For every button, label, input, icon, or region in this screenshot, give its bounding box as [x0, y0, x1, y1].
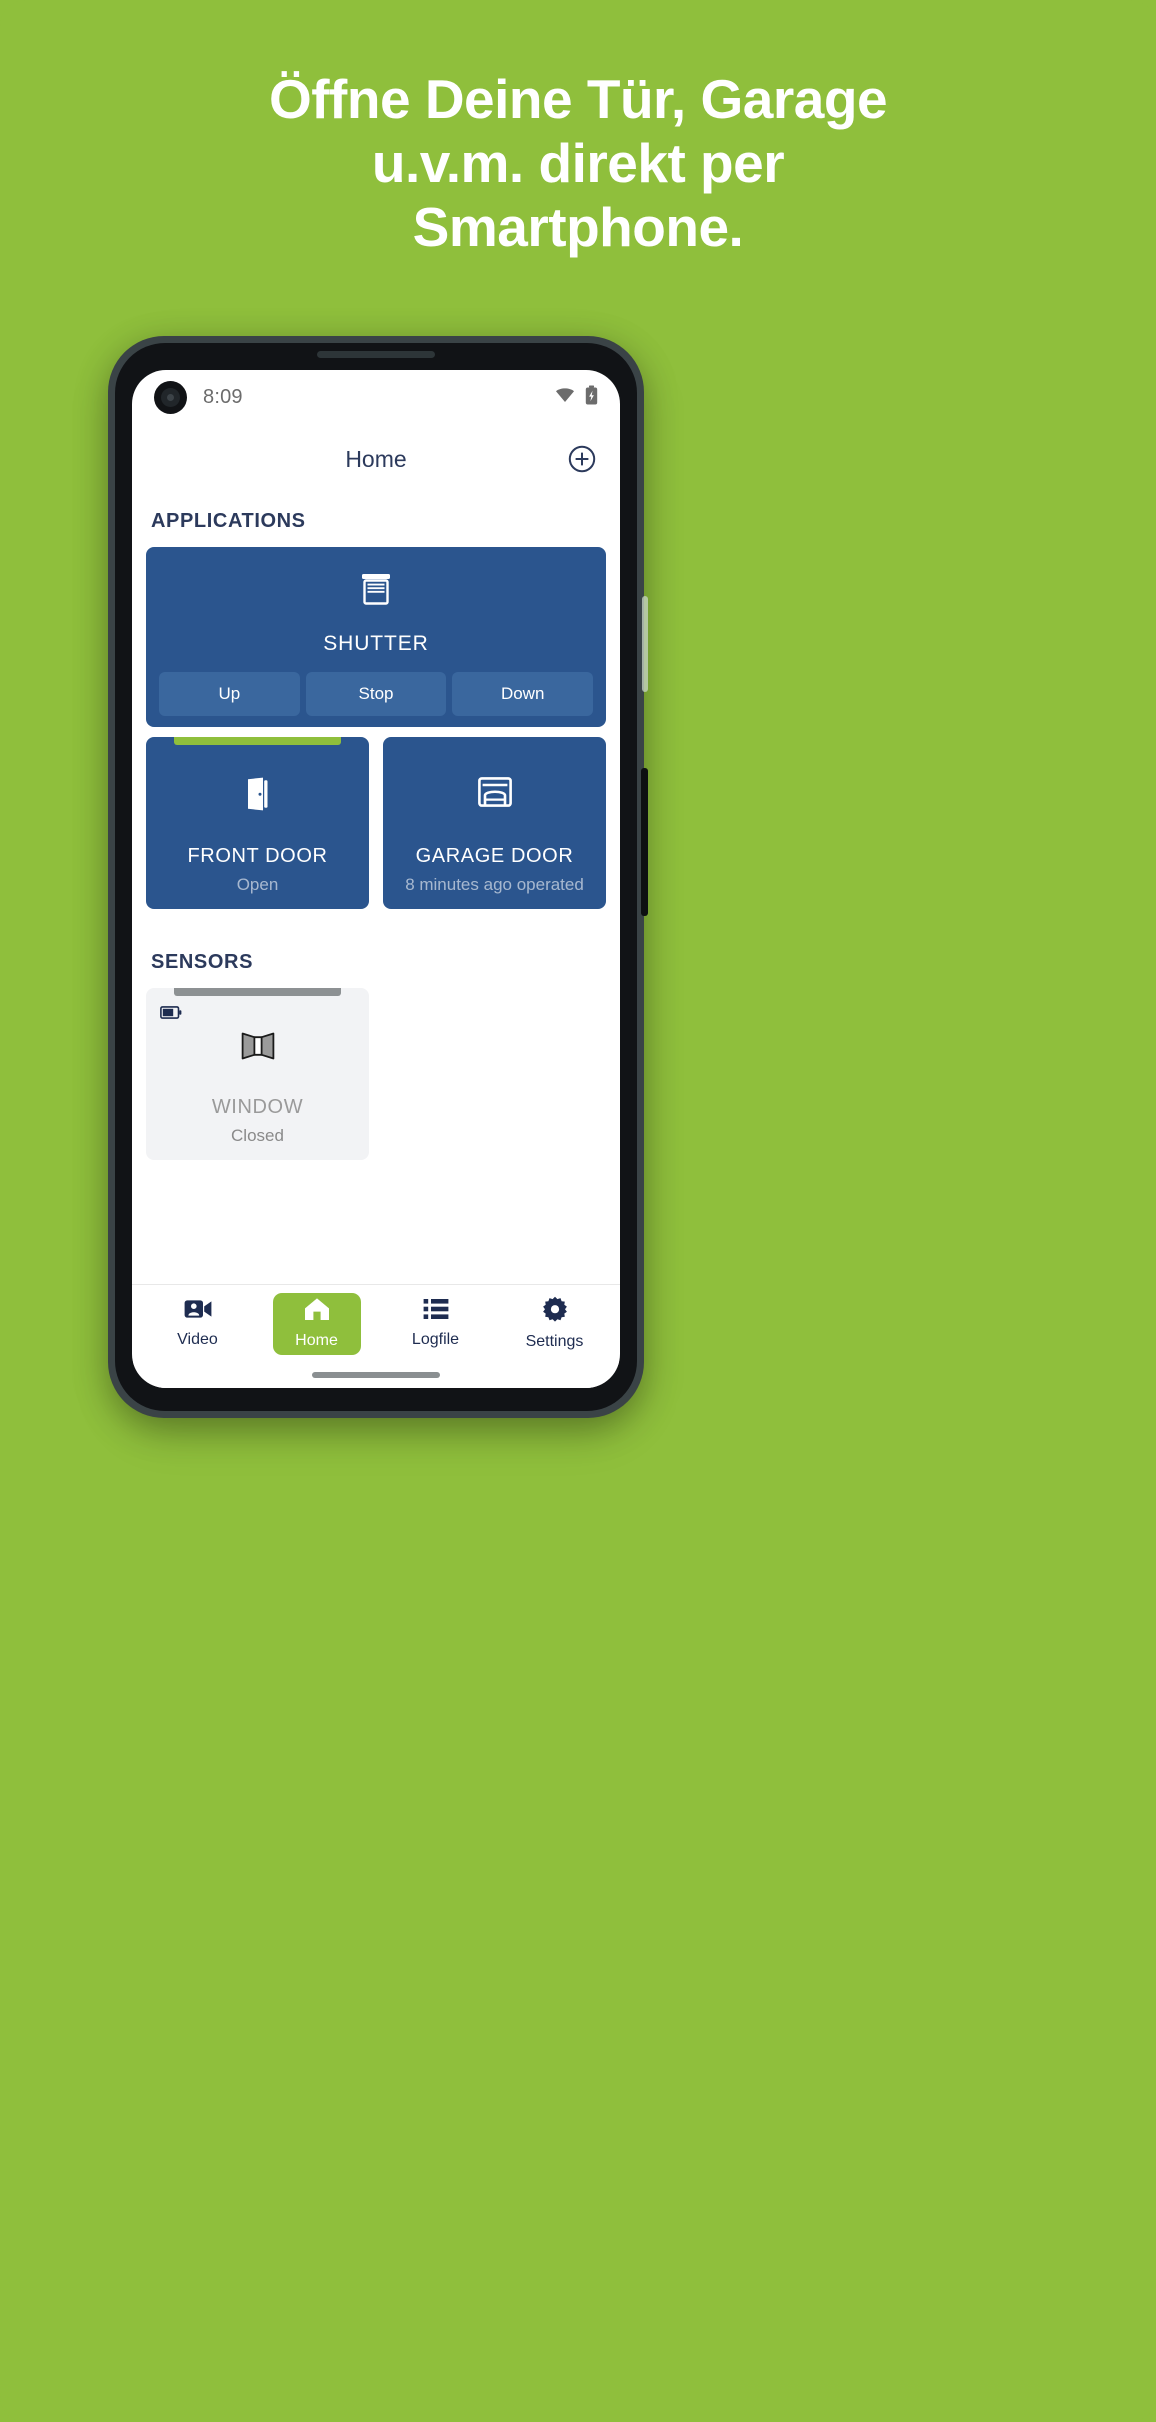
plus-circle-icon[interactable] — [566, 443, 598, 475]
front-door-name: FRONT DOOR — [187, 845, 328, 867]
phone-screen: 8:09 Home APPLICATIONS SHUTTER Up Stop D… — [132, 370, 620, 1388]
bottom-navigation: Video Home Logfile Settings — [132, 1284, 620, 1362]
front-door-status-bar — [174, 737, 341, 745]
volume-button[interactable] — [642, 596, 648, 692]
window-icon — [241, 1032, 275, 1065]
shutter-label: SHUTTER — [323, 632, 429, 655]
nav-item-settings[interactable]: Settings — [511, 1293, 599, 1355]
section-title-applications: APPLICATIONS — [151, 510, 306, 532]
gear-icon — [542, 1296, 568, 1327]
earpiece-speaker-icon — [317, 351, 435, 358]
nav-label-video: Video — [177, 1331, 218, 1348]
screen-content: APPLICATIONS SHUTTER Up Stop Down FRONT … — [132, 494, 620, 1284]
shutter-stop-button[interactable]: Stop — [305, 672, 447, 716]
headline-line-2: u.v.m. direkt per — [371, 131, 785, 194]
window-sensor-status-bar — [174, 988, 341, 996]
card-window-sensor[interactable]: WINDOW Closed — [146, 988, 369, 1160]
battery-icon — [160, 1006, 182, 1024]
door-open-icon — [243, 777, 273, 816]
nav-item-home[interactable]: Home — [272, 1292, 361, 1355]
home-indicator[interactable] — [132, 1362, 620, 1388]
shutter-button-group: Up Stop Down — [156, 672, 596, 719]
shutter-up-button[interactable]: Up — [159, 672, 300, 716]
headline-line-3: Smartphone. — [412, 195, 744, 258]
shutter-down-button[interactable]: Down — [452, 672, 594, 716]
garage-door-icon — [477, 777, 512, 812]
garage-door-status: 8 minutes ago operated — [405, 875, 584, 894]
nav-label-home: Home — [295, 1332, 338, 1349]
app-bar: Home — [132, 424, 620, 494]
status-icons — [555, 385, 598, 410]
garage-door-name: GARAGE DOOR — [415, 845, 574, 867]
headline-line-1: Öffne Deine Tür, Garage — [268, 68, 888, 130]
front-door-status: Open — [236, 875, 279, 894]
list-icon — [423, 1298, 449, 1325]
video-camera-icon — [184, 1298, 212, 1325]
application-tile-row: FRONT DOOR Open GARAGE DOOR 8 minutes ag… — [146, 737, 606, 909]
nav-item-logfile[interactable]: Logfile — [392, 1293, 480, 1355]
shutter-icon — [361, 573, 391, 610]
nav-label-settings: Settings — [525, 1333, 584, 1350]
status-bar: 8:09 — [132, 370, 620, 424]
section-title-sensors: SENSORS — [151, 951, 254, 973]
window-sensor-name: WINDOW — [211, 1096, 304, 1118]
poster-background: Öffne Deine Tür, Garage u.v.m. direkt pe… — [0, 0, 1156, 2422]
nav-label-logfile: Logfile — [411, 1331, 460, 1348]
page-title: Home — [345, 445, 407, 472]
front-camera-icon — [154, 380, 187, 414]
nav-item-video[interactable]: Video — [154, 1293, 242, 1355]
wifi-icon — [555, 387, 575, 408]
status-time: 8:09 — [203, 385, 243, 408]
window-sensor-status: Closed — [231, 1126, 284, 1145]
power-button[interactable] — [641, 768, 648, 916]
home-icon — [304, 1297, 330, 1326]
battery-charging-icon — [585, 385, 598, 410]
phone-mockup: 8:09 Home APPLICATIONS SHUTTER Up Stop D… — [108, 336, 648, 1418]
headline: Öffne Deine Tür, Garage u.v.m. direkt pe… — [0, 68, 1156, 259]
card-front-door[interactable]: FRONT DOOR Open — [146, 737, 369, 909]
card-garage-door[interactable]: GARAGE DOOR 8 minutes ago operated — [383, 737, 606, 909]
home-indicator-bar — [312, 1372, 440, 1378]
card-shutter[interactable]: SHUTTER Up Stop Down — [146, 547, 606, 727]
